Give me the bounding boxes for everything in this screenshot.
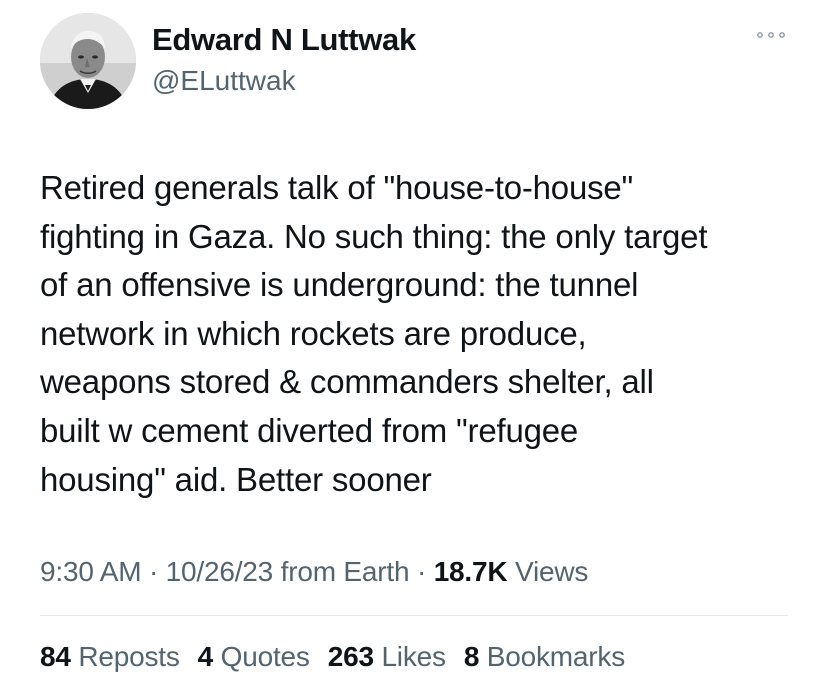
bookmarks-label: Bookmarks: [486, 641, 626, 672]
meta-separator: ·: [416, 556, 427, 587]
reposts-label: Reposts: [78, 641, 180, 672]
tweet-text: Retired generals talk of "house-to-house…: [40, 169, 708, 498]
tweet-source: from Earth: [280, 556, 410, 587]
bookmarks-stat[interactable]: 8 Bookmarks: [464, 641, 625, 673]
likes-label: Likes: [381, 641, 446, 672]
avatar[interactable]: [40, 13, 136, 109]
views-count[interactable]: 18.7K: [434, 556, 508, 587]
likes-stat[interactable]: 263 Likes: [328, 641, 446, 673]
author-handle[interactable]: @ELuttwak: [152, 65, 296, 97]
more-horizontal-icon: [757, 32, 785, 38]
views-label: Views: [515, 556, 589, 587]
reposts-count: 84: [40, 641, 71, 672]
quotes-stat[interactable]: 4 Quotes: [198, 641, 310, 673]
divider: [40, 615, 788, 616]
tweet-time[interactable]: 9:30 AM: [40, 556, 142, 587]
tweet-date[interactable]: 10/26/23: [166, 556, 274, 587]
bookmarks-count: 8: [463, 641, 480, 672]
more-options-button[interactable]: [752, 20, 790, 50]
engagement-stats: 84 Reposts 4 Quotes 263 Likes 8 Bookmark…: [40, 641, 625, 673]
avatar-image: [40, 13, 136, 109]
reposts-stat[interactable]: 84 Reposts: [40, 641, 180, 673]
quotes-label: Quotes: [220, 641, 310, 672]
likes-count: 263: [327, 641, 374, 672]
quotes-count: 4: [197, 641, 214, 672]
tweet-meta: 9:30 AM · 10/26/23 from Earth · 18.7K Vi…: [40, 556, 588, 588]
meta-separator: ·: [148, 556, 159, 587]
author-name[interactable]: Edward N Luttwak: [152, 22, 416, 58]
